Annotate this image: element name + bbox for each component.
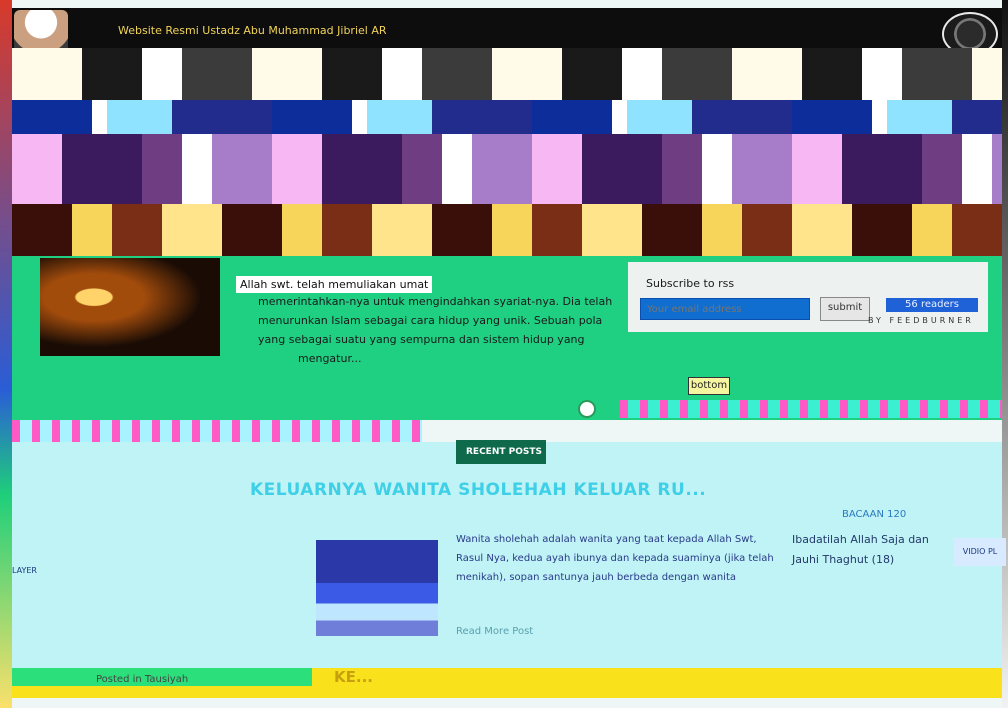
category-link[interactable]: Ibadatilah Allah Saja dan Jauhi Thaghut … (792, 530, 942, 570)
submit-button[interactable]: submit (820, 297, 870, 321)
bottom-button[interactable]: bottom (688, 377, 730, 395)
layer-label: LAYER (12, 566, 37, 575)
site-title[interactable]: Website Resmi Ustadz Abu Muhammad Jibrie… (118, 24, 387, 37)
category-title: BACAAN 120 (842, 509, 907, 520)
read-more-link[interactable]: Read More Post (456, 626, 533, 637)
footer-title: KE... (334, 668, 373, 686)
left-decoration (0, 0, 12, 708)
recent-posts-tab[interactable]: RECENT POSTS (456, 440, 546, 464)
slider-prev-icon[interactable] (578, 400, 596, 418)
banner-band-1 (12, 48, 1002, 100)
featured-image[interactable] (40, 258, 220, 356)
footer-category[interactable]: Posted in Tausiyah (96, 674, 188, 685)
subscribe-label: Subscribe to rss (646, 277, 735, 290)
by-feedburner-label: BY FEEDBURNER (868, 316, 974, 325)
email-input[interactable] (640, 298, 810, 320)
featured-text-body-2: sebagai suatu yang sempurna dan sistem h… (288, 333, 585, 346)
featured-more-link[interactable]: mengatur... (298, 349, 618, 368)
right-decoration (1002, 0, 1008, 708)
post-excerpt: Wanita sholehah adalah wanita yang taat … (456, 534, 774, 583)
slider-dots-right (620, 400, 1002, 418)
video-widget-head: VIDIO PL (954, 538, 1006, 566)
post-title[interactable]: KELUARNYA WANITA SHOLEHAH KELUAR RU... (250, 480, 706, 500)
post-thumbnail[interactable] (316, 540, 438, 636)
featured-lead: Allah swt. telah memuliakan umat (236, 276, 433, 293)
banner-band-4 (12, 204, 1002, 256)
featured-text: memerintahkan-nya untuk mengindahkan sya… (258, 292, 618, 368)
banner-band-3 (12, 134, 1002, 204)
feedburner-badge[interactable]: 56 readers (886, 298, 978, 312)
banner-band-2 (12, 100, 1002, 134)
slider-dots-left (12, 420, 422, 442)
